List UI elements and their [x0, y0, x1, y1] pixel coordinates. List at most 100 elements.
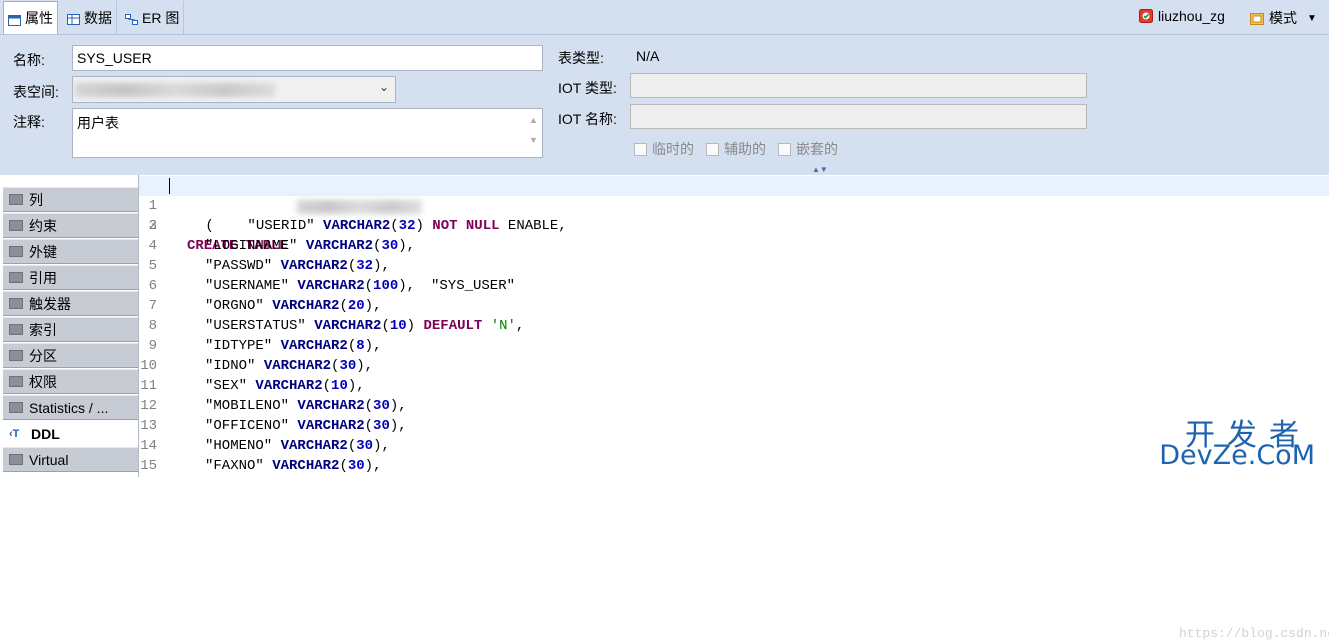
redacted-schema — [297, 200, 422, 214]
checkbox-label: 临时的 — [652, 141, 694, 157]
type-size: 30 — [373, 398, 390, 414]
chevron-down-icon: ▼ — [1307, 12, 1317, 24]
code-line: 6 "USERNAME" VARCHAR2(100), — [139, 276, 1329, 296]
column-name: "ORGNO" — [205, 298, 264, 314]
column-name: "IDTYPE" — [205, 338, 273, 354]
code-line: 13 "OFFICENO" VARCHAR2(30), — [140, 418, 407, 434]
data-type: VARCHAR2 — [323, 218, 391, 234]
iot-name-label: IOT 名称: — [558, 111, 617, 127]
temporary-checkbox[interactable]: 临时的 — [634, 139, 694, 159]
column-name: "OFFICENO" — [205, 418, 290, 434]
table-type-value: N/A — [636, 48, 660, 64]
data-type: VARCHAR2 — [272, 458, 340, 474]
type-size: 30 — [339, 358, 357, 374]
editor-tab-bar: 属性 数据 ER 图 liuzhou_zg 模式 ▼ — [0, 0, 1329, 35]
textarea-scrollbar[interactable]: ▲ ▼ — [526, 110, 541, 156]
tab-er-diagram[interactable]: ER 图 — [121, 1, 185, 34]
punctuation: , — [398, 398, 407, 414]
code-line: 5 "PASSWD" VARCHAR2(32), — [139, 256, 1329, 276]
line-number: 12 — [140, 398, 157, 414]
punctuation: , — [381, 258, 390, 274]
sidebar-item-privileges[interactable]: 权限 — [3, 369, 138, 394]
virtual-icon — [9, 454, 23, 465]
type-size: 10 — [331, 378, 348, 394]
sidebar-item-virtual[interactable]: Virtual — [3, 447, 138, 472]
sidebar-item-label: 分区 — [29, 347, 57, 364]
data-type: VARCHAR2 — [280, 338, 348, 354]
data-type: VARCHAR2 — [305, 238, 374, 254]
data-type: VARCHAR2 — [272, 298, 340, 314]
line-number: 7 — [148, 298, 157, 314]
data-type: VARCHAR2 — [297, 418, 365, 434]
type-size: 30 — [381, 238, 399, 254]
sidebar-item-indexes[interactable]: 索引 — [3, 317, 138, 342]
type-size: 30 — [373, 418, 390, 434]
sidebar-item-partitions[interactable]: 分区 — [3, 343, 138, 368]
code-line: 14 "HOMENO" VARCHAR2(30), — [140, 438, 390, 454]
table-name-input[interactable]: SYS_USER — [72, 45, 543, 71]
ddl-code-editor[interactable]: 1 2 CREATE TABLE "SYS_USER" 3 ( "USERID"… — [139, 175, 1329, 641]
chevron-down-icon: ⌄ — [378, 80, 389, 94]
punctuation: , — [398, 418, 407, 434]
info-icon — [9, 402, 23, 413]
line-number: 4 — [148, 238, 157, 254]
code-line: 4 "LOGINNAME" VARCHAR2(30), — [139, 236, 1329, 256]
sidebar-item-references[interactable]: 引用 — [3, 265, 138, 290]
columns-icon — [9, 194, 23, 205]
type-size: 20 — [347, 298, 365, 314]
checkbox-label: 辅助的 — [724, 141, 766, 157]
collapse-expand-icon[interactable]: ▲▼ — [812, 165, 828, 174]
data-type: VARCHAR2 — [280, 438, 348, 454]
sidebar-item-foreign-keys[interactable]: 外键 — [3, 239, 138, 264]
keyword: NOT NULL — [432, 218, 500, 234]
code-line: 10 "IDNO" VARCHAR2(30), — [140, 358, 374, 374]
line-number: 14 — [140, 438, 157, 454]
tab-label: 属性 — [25, 10, 53, 26]
column-name: "PASSWD" — [205, 258, 273, 274]
tab-label: 数据 — [84, 9, 112, 26]
sidebar-item-ddl[interactable]: ‹T DDL — [3, 421, 138, 446]
tablespace-select[interactable]: ⌄ — [72, 76, 396, 103]
schema-dropdown[interactable]: 模式 ▼ — [1250, 8, 1317, 28]
string-literal: 'N' — [490, 318, 516, 334]
tab-data[interactable]: 数据 — [63, 1, 117, 34]
code-line: 11 "SEX" VARCHAR2(10), — [140, 378, 365, 394]
keyword: DEFAULT — [423, 318, 483, 334]
sidebar-item-triggers[interactable]: 触发器 — [3, 291, 138, 316]
checkbox-label: 嵌套的 — [796, 141, 838, 157]
sidebar-item-label: 列 — [29, 191, 43, 208]
sidebar-item-label: 触发器 — [29, 295, 71, 312]
data-type: VARCHAR2 — [314, 318, 382, 334]
sidebar-item-columns[interactable]: 列 — [3, 187, 138, 212]
sidebar-item-constraints[interactable]: 约束 — [3, 213, 138, 238]
sidebar-item-statistics[interactable]: Statistics / ... — [3, 395, 138, 420]
column-name: "SEX" — [205, 378, 248, 394]
sidebar-item-label: 权限 — [29, 373, 57, 390]
column-name: "MOBILENO" — [205, 398, 290, 414]
line-number: 9 — [148, 338, 157, 354]
folder-icon — [9, 246, 23, 257]
tab-properties[interactable]: 属性 — [3, 1, 58, 34]
connection-selector[interactable]: liuzhou_zg — [1139, 8, 1225, 24]
watermark-en: DevZe.CoM — [1159, 440, 1315, 471]
nested-checkbox[interactable]: 嵌套的 — [778, 139, 838, 159]
code-line: 3 ( "USERID" VARCHAR2(32) NOT NULL ENABL… — [139, 216, 1329, 236]
line-number: 3 — [148, 218, 157, 234]
column-name: "LOGINNAME" — [205, 238, 298, 254]
paren: ( — [197, 218, 248, 234]
punctuation: , — [373, 298, 382, 314]
watermark-url: https://blog.csdn.net — [1179, 626, 1329, 641]
iot-type-field — [630, 73, 1087, 98]
type-size: 100 — [373, 278, 399, 294]
iot-type-label: IOT 类型: — [558, 80, 617, 96]
ddl-icon: ‹T — [9, 428, 20, 440]
column-name: "IDNO" — [205, 358, 256, 374]
line-number: 13 — [140, 418, 157, 434]
folder-icon — [9, 272, 23, 283]
secondary-checkbox[interactable]: 辅助的 — [706, 139, 766, 159]
punctuation: , — [356, 378, 365, 394]
table-type-label: 表类型: — [558, 50, 604, 66]
comment-textarea[interactable]: 用户表 ▲ ▼ — [72, 108, 543, 158]
code-line: 1 — [139, 176, 1329, 214]
type-size: 30 — [356, 438, 374, 454]
